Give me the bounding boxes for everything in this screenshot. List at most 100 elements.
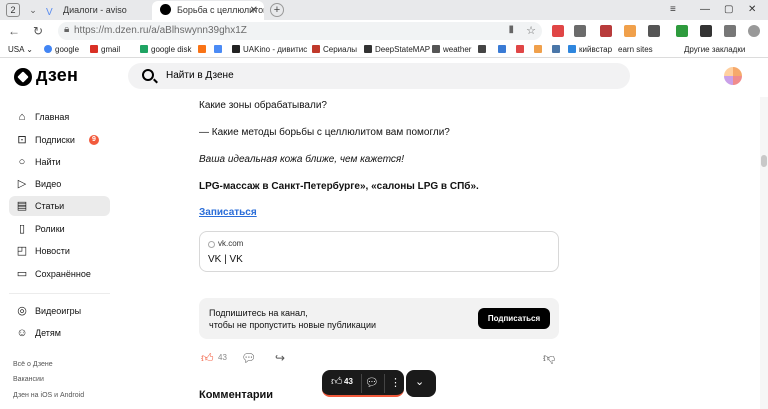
dzen-logo-icon[interactable] [14,68,32,86]
search-input[interactable]: Найти в Дзене [128,63,630,89]
bookmark-usa[interactable]: USA ⌄ [8,42,33,58]
extension-icon[interactable] [700,25,712,37]
sidebar-item-video[interactable]: ▷ Видео [9,174,110,194]
site-logo[interactable]: дзен [36,65,78,86]
bookmark-earn-sites[interactable]: earn sites [618,42,653,58]
like-count: 43 [218,353,227,362]
tab-aviso[interactable]: V Диалоги - aviso [46,1,150,20]
sidebar-item-articles[interactable]: ▤ Статьи [9,196,110,216]
bookmark-google-disk[interactable]: google disk [140,42,191,58]
star-icon[interactable]: ☆ [526,24,536,37]
scrollbar-thumb[interactable] [761,155,767,167]
signup-link[interactable]: Записаться [199,207,257,218]
bookmark-serials[interactable]: Сериалы [312,42,357,58]
bookmark-favicon-icon [516,45,524,53]
close-icon[interactable]: ✕ [250,1,258,20]
aviso-favicon-icon: V [46,7,53,18]
search-placeholder: Найти в Дзене [166,70,234,81]
bookmark-icon-only[interactable] [534,42,545,58]
subscriptions-icon: ⊡ [17,134,27,146]
minimize-icon[interactable]: — [700,1,710,19]
sidebar-item-kids[interactable]: ☺ Детям [9,323,110,343]
sidebar-item-label: Видео [35,179,62,189]
like-icon[interactable]: 👍︎ [201,350,214,366]
sidebar-item-subscriptions[interactable]: ⊡ Подписки 9 [9,130,110,150]
articles-icon: ▤ [16,200,28,212]
bookmark-icon-only[interactable] [198,42,209,58]
search-icon: ○ [18,156,26,168]
bookmark-icon-only[interactable] [516,42,527,58]
sidebar-item-home[interactable]: ⌂ Главная [9,107,110,127]
bookmark-icon-only[interactable] [214,42,225,58]
video-icon: ▷ [17,178,27,190]
address-bar-row: ← ↻ 🔒︎ https://m.dzen.ru/a/aBlhswynn39gh… [0,20,768,42]
chevron-down-icon[interactable]: ⌄ [26,2,40,18]
footer-link-jobs[interactable]: Вакансии [13,376,44,383]
window-close-icon[interactable]: ✕ [748,1,756,19]
page-scrollbar[interactable] [760,97,768,409]
sidebar-item-label: Статьи [35,201,65,211]
more-vertical-icon[interactable]: ⋮ [390,375,401,391]
comment-icon[interactable]: 💬︎ [365,376,379,389]
bookmark-favicon-icon [198,45,206,53]
bookmark-uakino[interactable]: UAKino - дивитис [232,42,307,58]
bookmark-icon-only[interactable] [498,42,509,58]
sidebar-item-label: Детям [35,328,61,338]
sidebar-divider [9,293,110,294]
bookmark-other[interactable]: Другие закладки [684,42,745,58]
bookmark-gmail[interactable]: gmail [90,42,120,58]
bookmark-favicon-icon [478,45,486,53]
extension-icon[interactable] [552,25,564,37]
puzzle-icon[interactable] [724,25,736,37]
tab-active-article[interactable]: Борьба с целлюлитом ✕ [152,1,264,20]
bookmark-kyivstar[interactable]: кийвстар [568,42,612,58]
kyivstar-icon [568,45,576,53]
avatar[interactable] [724,67,742,85]
extension-icon[interactable] [600,25,612,37]
search-icon [142,69,154,81]
subscribe-button[interactable]: Подписаться [478,308,550,329]
link-preview-card[interactable]: vk.com VK | VK [199,231,559,272]
back-arrow-icon[interactable]: ← [6,23,22,39]
sidebar-item-search[interactable]: ○ Найти [9,152,110,172]
dzen-favicon-icon [160,4,171,15]
sidebar-item-saved[interactable]: ▭ Сохранённое [9,264,110,284]
tab-counter[interactable]: 2 [6,3,20,17]
comment-icon[interactable]: 💬︎ [241,350,256,366]
menu-icon[interactable]: ≡ [670,1,676,19]
link-title: VK | VK [208,254,243,265]
dislike-icon[interactable]: 👎︎ [543,350,555,366]
profile-icon[interactable] [748,25,760,37]
lock-icon: 🔒︎ [64,24,70,35]
extension-icon[interactable] [648,25,660,37]
reload-icon[interactable]: ↻ [30,23,46,39]
promo-text: Подпишитесь на канал, [209,308,308,318]
scroll-down-button[interactable]: ⌄ [406,370,436,397]
footer-link-about[interactable]: Всё о Дзене [13,361,53,368]
bookmark-icon-only[interactable] [478,42,489,58]
deepstate-icon [364,45,372,53]
bookmark-deepstate[interactable]: DeepStateMAP [364,42,430,58]
bookmark-page-icon[interactable]: ▮ [508,24,514,35]
bookmark-icon-only[interactable] [552,42,563,58]
sidebar-item-label: Видеоигры [35,306,82,316]
bookmark-favicon-icon [534,45,542,53]
google-icon [44,45,52,53]
share-icon[interactable]: ↪ [275,350,285,366]
extension-icon[interactable] [574,25,586,37]
bookmark-google[interactable]: google [44,42,79,58]
like-icon[interactable]: 👍︎ [331,375,343,388]
footer-link-apps[interactable]: Дзен на iOS и Android [13,392,84,399]
bookmark-favicon-icon [498,45,506,53]
sidebar-item-videogames[interactable]: ◎ Видеоигры [9,301,110,321]
download-icon[interactable] [676,25,688,37]
extension-icon[interactable] [624,25,636,37]
sidebar-item-shorts[interactable]: ▯ Ролики [9,219,110,239]
comments-heading: Комментарии [199,389,274,401]
bookmark-weather[interactable]: weather [432,42,471,58]
url-field[interactable]: 🔒︎ https://m.dzen.ru/a/aBlhswynn39ghx1Z … [58,22,542,40]
sidebar-item-label: Новости [35,246,70,256]
new-tab-button[interactable]: + [270,3,284,17]
sidebar-item-news[interactable]: ◰ Новости [9,241,110,261]
maximize-icon[interactable]: ▢ [724,1,733,19]
